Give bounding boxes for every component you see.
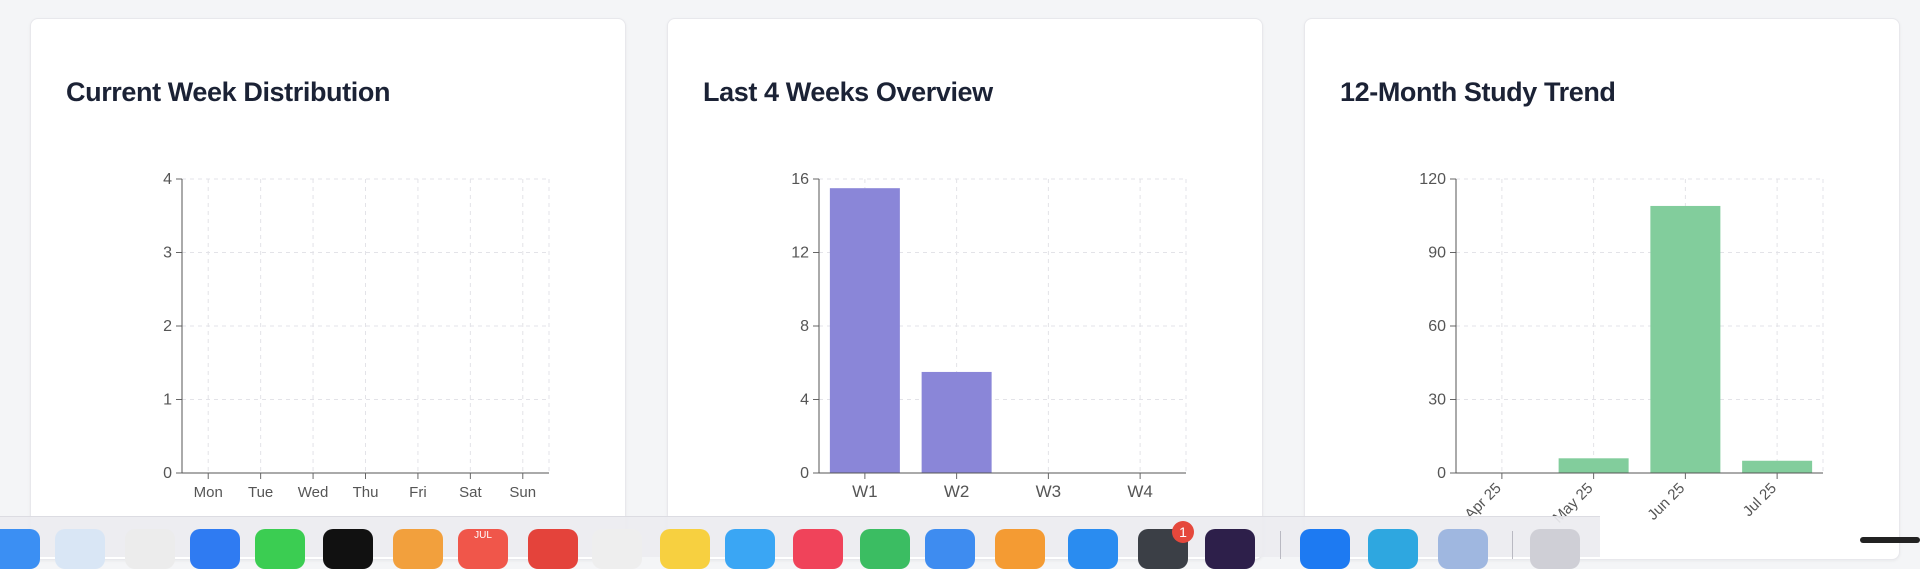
- y-tick-label: 12: [791, 245, 809, 262]
- contacts-icon[interactable]: [592, 529, 642, 569]
- telegram-icon[interactable]: [1368, 529, 1418, 569]
- terminal-icon[interactable]: [323, 529, 373, 569]
- y-tick-label: 3: [163, 245, 172, 262]
- dock: 1 JUL: [0, 516, 1600, 569]
- chart-card-last-4-weeks: Last 4 Weeks Overview 0 4 8 12 16 W1 W2 W3 W4: [667, 18, 1263, 560]
- x-tick-label: Jun 25: [1644, 480, 1688, 524]
- x-tick-label: Tue: [248, 484, 273, 501]
- launchpad-icon[interactable]: [125, 529, 175, 569]
- x-tick-label: Sat: [459, 484, 482, 501]
- chart-card-12-month-trend: 12-Month Study Trend 0 30 60 90 120 Apr 25 May…: [1304, 18, 1900, 560]
- y-tick-label: 60: [1428, 318, 1446, 335]
- y-tick-label: 1: [163, 392, 172, 409]
- y-tick-label: 4: [163, 171, 172, 188]
- bar: [1558, 458, 1629, 473]
- x-tick-label: W2: [944, 482, 970, 501]
- x-tick-label: Wed: [298, 484, 329, 501]
- y-tick-label: 120: [1419, 171, 1446, 188]
- x-tick-label: W4: [1127, 482, 1153, 501]
- numbers-icon[interactable]: [860, 529, 910, 569]
- y-tick-label: 30: [1428, 392, 1446, 409]
- music-icon[interactable]: [793, 529, 843, 569]
- x-tick-label: W1: [852, 482, 878, 501]
- photos-icon[interactable]: [393, 529, 443, 569]
- y-tick-label: 90: [1428, 245, 1446, 262]
- y-tick-label: 0: [1437, 465, 1446, 482]
- safari-icon[interactable]: [55, 529, 105, 569]
- notification-badge: 1: [1172, 521, 1194, 543]
- app-icon[interactable]: [1205, 529, 1255, 569]
- trash-icon[interactable]: [1530, 529, 1580, 569]
- y-tick-label: 8: [800, 318, 809, 335]
- bar: [921, 371, 992, 473]
- app-store-icon[interactable]: [1068, 529, 1118, 569]
- folder-icon[interactable]: [1438, 529, 1488, 569]
- x-tick-label: W3: [1036, 482, 1062, 501]
- x-tick-label: Sun: [509, 484, 536, 501]
- record-icon[interactable]: [528, 529, 578, 569]
- bar: [1650, 205, 1721, 473]
- app-store-blue-icon[interactable]: [1300, 529, 1350, 569]
- 12-month-trend-chart: 0306090120Apr 25 May 25 Jun 25 Jul 25: [1419, 171, 1824, 527]
- current-week-chart: 0 1 2 3 4 Mon Tue Wed Thu Fri Sat Sun: [163, 171, 550, 501]
- notes-icon[interactable]: [660, 529, 710, 569]
- finder-icon[interactable]: [0, 529, 40, 569]
- last-4-weeks-chart: 0 4 8 12 16 W1 W2 W3 W4: [791, 171, 1187, 501]
- keynote-icon[interactable]: [925, 529, 975, 569]
- x-tick-label: Jul 25: [1740, 480, 1780, 520]
- y-tick-label: 4: [800, 392, 809, 409]
- freeform-icon[interactable]: [725, 529, 775, 569]
- bar: [829, 188, 900, 473]
- y-tick-label: 2: [163, 318, 172, 335]
- messages-icon[interactable]: [255, 529, 305, 569]
- x-tick-label: Fri: [409, 484, 427, 501]
- mail-icon[interactable]: [190, 529, 240, 569]
- y-tick-label: 0: [800, 465, 809, 482]
- calendar-month-label: JUL: [474, 530, 492, 541]
- y-tick-label: 16: [791, 171, 809, 188]
- window-edge: [1860, 537, 1920, 543]
- x-tick-label: Mon: [194, 484, 223, 501]
- chart-card-current-week: Current Week Distribution 0 1 2 3 4 Mon Tue Wed…: [30, 18, 626, 560]
- pages-icon[interactable]: [995, 529, 1045, 569]
- bar: [1742, 460, 1813, 473]
- dock-separator: [1280, 531, 1281, 559]
- x-tick-label: Thu: [353, 484, 379, 501]
- dock-separator: [1512, 531, 1513, 559]
- y-tick-label: 0: [163, 465, 172, 482]
